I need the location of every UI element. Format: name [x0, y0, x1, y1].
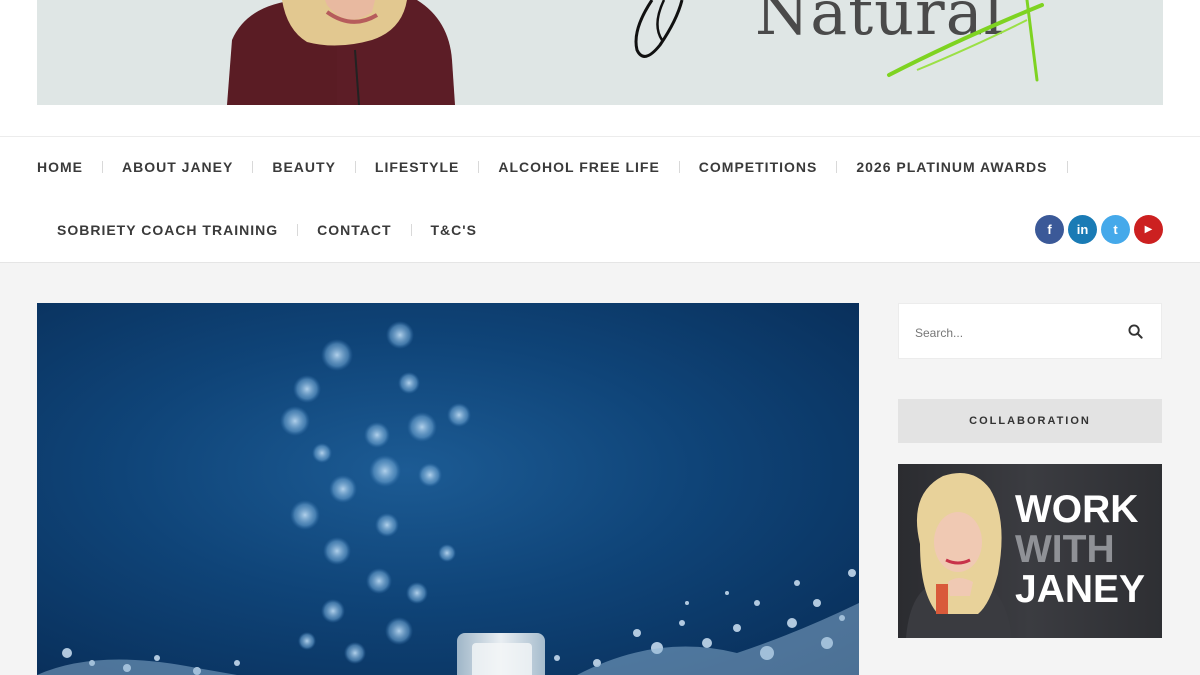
- nav-separator: [1066, 161, 1068, 173]
- bokeh-bubbles: [280, 321, 471, 664]
- promo-line-work: WORK: [1015, 488, 1139, 531]
- nav-row-primary: HOME ABOUT JANEY BEAUTY LIFESTYLE ALCOHOL FR…: [37, 159, 1087, 175]
- header-banner[interactable]: Natural: [37, 0, 1163, 105]
- nav-item-t-c-s[interactable]: T&C'S: [431, 222, 477, 238]
- nav-separator: [836, 161, 838, 173]
- nav-item-alcohol-free-life[interactable]: ALCOHOL FREE LIFE: [498, 159, 659, 175]
- nav-separator: [252, 161, 254, 173]
- nav-separator: [478, 161, 480, 173]
- youtube-icon[interactable]: ▶: [1134, 215, 1163, 244]
- search-icon[interactable]: [1128, 324, 1143, 339]
- twitter-icon[interactable]: t: [1101, 215, 1130, 244]
- nav-item-about-janey[interactable]: ABOUT JANEY: [122, 159, 233, 175]
- nav-row-secondary: SOBRIETY COACH TRAINING CONTACT T&C'S: [57, 222, 477, 238]
- work-with-janey-banner[interactable]: WORK WITH JANEY: [898, 464, 1162, 638]
- water-splash: [37, 569, 859, 675]
- social-links: f in t ▶: [1035, 215, 1163, 244]
- main-navigation: HOME ABOUT JANEY BEAUTY LIFESTYLE ALCOHOL FR…: [0, 136, 1200, 263]
- nav-separator: [354, 161, 356, 173]
- site-header: Natural: [0, 0, 1200, 136]
- search-input[interactable]: [913, 322, 1117, 344]
- nav-item-sobriety-coach-training[interactable]: SOBRIETY COACH TRAINING: [57, 222, 278, 238]
- nav-item-competitions[interactable]: COMPETITIONS: [699, 159, 818, 175]
- nav-item-2026-platinum-awards[interactable]: 2026 PLATINUM AWARDS: [856, 159, 1047, 175]
- nav-separator: [410, 224, 412, 236]
- search-widget: [898, 303, 1162, 359]
- promo-line-with: WITH: [1015, 528, 1115, 571]
- logo-script-mark: [634, 0, 684, 58]
- featured-post-image[interactable]: [37, 303, 859, 675]
- nav-item-home[interactable]: HOME: [37, 159, 83, 175]
- widget-title-collaboration: COLLABORATION: [898, 399, 1162, 443]
- nav-separator: [102, 161, 103, 173]
- promo-portrait: [906, 472, 1012, 638]
- banner-person-image: [227, 0, 455, 105]
- promo-line-janey: JANEY: [1015, 568, 1146, 611]
- nav-item-contact[interactable]: CONTACT: [317, 222, 391, 238]
- nav-item-lifestyle[interactable]: LIFESTYLE: [375, 159, 459, 175]
- logo-accent-slash: [887, 0, 1044, 82]
- linkedin-icon[interactable]: in: [1068, 215, 1097, 244]
- promo-headline: WORK WITH JANEY: [1015, 490, 1145, 610]
- nav-item-beauty[interactable]: BEAUTY: [272, 159, 336, 175]
- hero-water-scene: [37, 321, 859, 675]
- nav-separator: [297, 224, 299, 236]
- nav-separator: [678, 161, 680, 173]
- facebook-icon[interactable]: f: [1035, 215, 1064, 244]
